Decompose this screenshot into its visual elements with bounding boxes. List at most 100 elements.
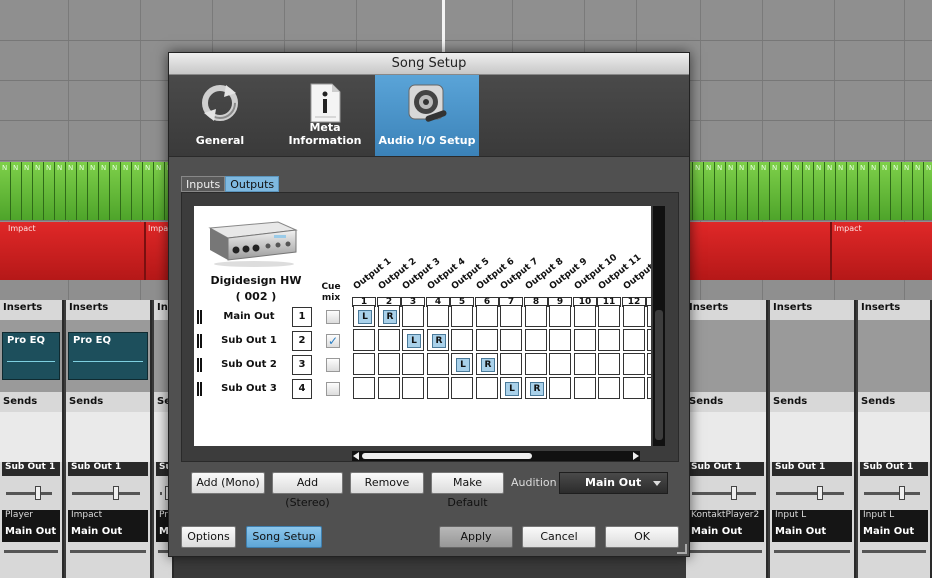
routing-cell[interactable] <box>353 353 375 375</box>
make-default-button[interactable]: Make Default <box>431 472 504 509</box>
volume-fader[interactable] <box>158 550 168 553</box>
cue-mix-checkbox[interactable] <box>326 310 340 324</box>
midi-clip[interactable]: N <box>143 162 154 220</box>
options-button[interactable]: Options <box>181 526 236 548</box>
routing-cell[interactable] <box>353 377 375 399</box>
pan-knob[interactable] <box>899 486 905 500</box>
midi-clip[interactable]: N <box>869 162 880 220</box>
channel-output[interactable]: Main Out <box>772 526 852 542</box>
vertical-scrollbar[interactable] <box>653 206 665 446</box>
routing-cell[interactable] <box>500 353 522 375</box>
routing-cell[interactable] <box>574 353 596 375</box>
sends-header[interactable]: Sends <box>770 396 854 412</box>
channel-drag-handle[interactable] <box>197 358 202 372</box>
routing-cell[interactable] <box>402 353 424 375</box>
routing-cell[interactable] <box>623 353 645 375</box>
midi-clip[interactable]: N <box>121 162 132 220</box>
midi-clip[interactable]: N <box>44 162 55 220</box>
scroll-right-icon[interactable] <box>633 452 639 460</box>
horizontal-scrollbar[interactable] <box>352 451 640 461</box>
tab-inputs[interactable]: Inputs <box>181 176 226 192</box>
midi-clip[interactable]: N <box>33 162 44 220</box>
playback-cursor[interactable] <box>442 0 445 58</box>
midi-clip[interactable]: N <box>99 162 110 220</box>
pan-slider[interactable] <box>6 492 52 495</box>
cue-mix-checkbox[interactable]: ✓ <box>326 334 340 348</box>
routing-cell[interactable] <box>378 377 400 399</box>
midi-clip[interactable]: N <box>803 162 814 220</box>
midi-clip[interactable]: N <box>759 162 770 220</box>
channel-name[interactable]: Main Out <box>214 311 284 322</box>
tab-audio-io-setup[interactable]: Audio I/O Setup <box>375 75 479 156</box>
midi-clip[interactable]: N <box>858 162 869 220</box>
midi-clip[interactable]: N <box>77 162 88 220</box>
output-routing[interactable]: Sub Out 1 <box>2 462 60 476</box>
channel-drag-handle[interactable] <box>197 382 202 396</box>
midi-clip[interactable]: N <box>792 162 803 220</box>
routing-cell[interactable] <box>647 377 651 399</box>
output-routing[interactable]: Sub Out 1 <box>68 462 148 476</box>
sends-header[interactable]: Sends <box>0 396 62 412</box>
routing-cell[interactable] <box>378 329 400 351</box>
routing-cell[interactable] <box>525 329 547 351</box>
sends-header[interactable]: Sends <box>686 396 766 412</box>
volume-fader[interactable] <box>862 550 926 553</box>
pan-slider[interactable] <box>864 492 920 495</box>
channel-name[interactable]: Input L <box>860 510 928 526</box>
vertical-scroll-thumb[interactable] <box>655 310 663 440</box>
midi-clip[interactable]: N <box>847 162 858 220</box>
routing-cell[interactable] <box>598 377 620 399</box>
channel-output[interactable]: Main Out <box>860 526 928 542</box>
add-mono-button[interactable]: Add (Mono) <box>191 472 265 494</box>
midi-clip[interactable]: N <box>891 162 902 220</box>
routing-cell[interactable] <box>623 305 645 327</box>
pan-slider[interactable] <box>160 492 162 495</box>
channel-drag-handle[interactable] <box>197 310 202 324</box>
routing-cell[interactable] <box>451 329 473 351</box>
impact-clip-label[interactable]: Impact <box>830 224 862 233</box>
channel-output[interactable]: Main Out <box>688 526 764 542</box>
midi-clip[interactable]: N <box>715 162 726 220</box>
midi-clip[interactable]: N <box>836 162 847 220</box>
output-routing[interactable]: Sub Out 1 <box>860 462 928 476</box>
cancel-button[interactable]: Cancel <box>522 526 596 548</box>
cue-mix-checkbox[interactable] <box>326 382 340 396</box>
channel-drag-handle[interactable] <box>197 334 202 348</box>
routing-cell[interactable] <box>549 377 571 399</box>
routing-cell[interactable] <box>378 353 400 375</box>
midi-clip[interactable]: N <box>22 162 33 220</box>
inserts-header[interactable]: Inserts <box>770 302 854 318</box>
sends-header[interactable]: Sends <box>66 396 150 412</box>
remove-button[interactable]: Remove <box>350 472 424 494</box>
channel-name[interactable]: Impact <box>68 510 148 526</box>
routing-cell[interactable] <box>353 329 375 351</box>
pan-slider[interactable] <box>692 492 756 495</box>
channel-output[interactable]: Main Out <box>68 526 148 542</box>
tab-outputs[interactable]: Outputs <box>225 176 280 192</box>
midi-clip[interactable]: N <box>737 162 748 220</box>
midi-clip[interactable]: N <box>781 162 792 220</box>
midi-clip[interactable]: N <box>726 162 737 220</box>
midi-clip[interactable]: N <box>66 162 77 220</box>
midi-clip[interactable]: N <box>913 162 924 220</box>
inserts-header[interactable]: Inserts <box>686 302 766 318</box>
routing-cell[interactable] <box>451 377 473 399</box>
pan-knob[interactable] <box>817 486 823 500</box>
impact-clip-label[interactable]: Impact <box>4 224 36 233</box>
routing-cell[interactable] <box>647 353 651 375</box>
routing-cell[interactable]: R <box>476 353 498 375</box>
audition-select[interactable]: Main Out <box>559 472 668 494</box>
routing-cell[interactable]: L <box>353 305 375 327</box>
routing-cell[interactable] <box>598 305 620 327</box>
routing-cell[interactable] <box>500 329 522 351</box>
ok-button[interactable]: OK <box>605 526 679 548</box>
horizontal-scroll-thumb[interactable] <box>362 453 532 459</box>
midi-clip[interactable]: N <box>55 162 66 220</box>
output-routing[interactable]: Sub Out 1 <box>772 462 852 476</box>
routing-cell[interactable] <box>647 329 651 351</box>
midi-clip[interactable]: N <box>0 162 11 220</box>
channel-name[interactable]: KontaktPlayer2 <box>688 510 764 526</box>
routing-cell[interactable] <box>500 305 522 327</box>
midi-clip[interactable]: N <box>770 162 781 220</box>
volume-fader[interactable] <box>70 550 146 553</box>
